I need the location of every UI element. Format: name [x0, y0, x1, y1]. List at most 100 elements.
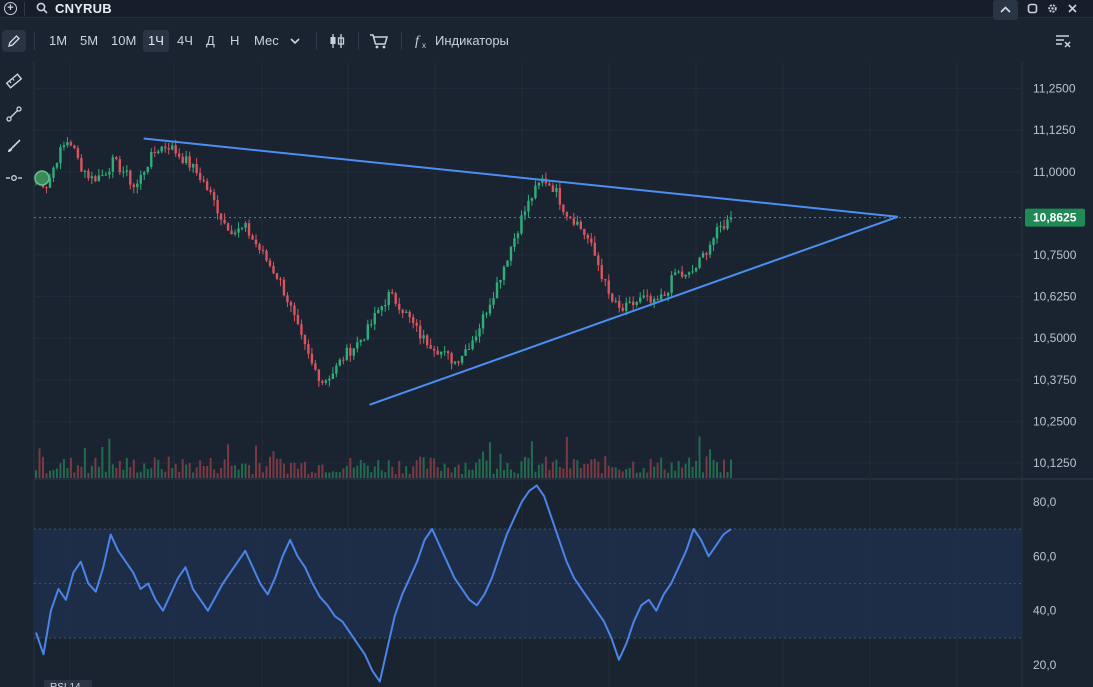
volume-bar [649, 458, 652, 478]
candle-body [499, 279, 502, 283]
candle-body [324, 380, 328, 383]
volume-bar [670, 462, 673, 478]
candle-body [83, 170, 87, 172]
volume-bar [489, 442, 492, 478]
volume-bar [457, 464, 460, 478]
candle-body [652, 298, 656, 303]
candle-body [684, 274, 687, 277]
candle-body [282, 279, 286, 296]
candle-body [429, 345, 432, 349]
candle-body [209, 189, 212, 193]
volume-bar [234, 465, 237, 478]
volume-bar [62, 459, 65, 478]
candle-body [677, 271, 680, 273]
candle-body [153, 152, 156, 154]
volume-bar [248, 465, 251, 478]
volume-bar [443, 463, 446, 478]
volume-bar [160, 469, 163, 478]
volume-bar [590, 459, 593, 478]
volume-bar [646, 472, 649, 478]
candle-body [157, 151, 160, 154]
volume-bar [255, 445, 258, 478]
candle-body [638, 297, 642, 302]
rsi-label: RSI 14 [50, 682, 81, 687]
candle-body [59, 147, 62, 164]
volume-bar [454, 467, 457, 478]
volume-bar [537, 464, 540, 478]
volume-bar [475, 462, 478, 478]
volume-bar [618, 469, 621, 478]
candle-body [80, 157, 83, 172]
candle-body [331, 373, 335, 379]
volume-bar [600, 473, 603, 478]
candle-body [373, 313, 376, 325]
volume-bar [377, 459, 380, 478]
candle-body [261, 250, 265, 252]
candle-body [272, 265, 275, 274]
volume-bar [380, 470, 383, 478]
candle-body [101, 175, 104, 177]
volume-bar [59, 463, 62, 478]
volume-bar [174, 463, 177, 478]
candle-body [122, 171, 125, 173]
candle-body [726, 219, 729, 229]
candle-body [167, 148, 170, 150]
candle-body [62, 145, 66, 148]
volume-bar [289, 462, 292, 478]
volume-bar [429, 457, 432, 478]
price-tick-label: 10,2500 [1033, 414, 1077, 428]
volume-bar [223, 459, 226, 478]
candle-body [275, 273, 279, 279]
candle-body [478, 328, 481, 337]
volume-bar [171, 467, 174, 478]
candle-body [408, 311, 411, 318]
candle-body [387, 291, 390, 306]
candle-body [247, 223, 251, 236]
candle-body [649, 296, 652, 303]
volume-bar [513, 472, 516, 478]
volume-bar [282, 463, 285, 478]
volume-bar [167, 456, 170, 478]
volume-bar [76, 465, 79, 478]
candle-body [296, 314, 300, 325]
volume-bar [286, 473, 289, 478]
volume-bar [293, 462, 296, 478]
volume-bar [464, 462, 467, 478]
volume-bar [115, 467, 118, 478]
candle-body [446, 351, 450, 354]
volume-bar [122, 469, 125, 478]
candle-body [219, 213, 223, 220]
volume-bar [125, 458, 128, 478]
volume-bar [262, 472, 265, 478]
candle-body [377, 310, 380, 314]
volume-bar [565, 436, 568, 478]
volume-bar [391, 466, 394, 478]
volume-bar [677, 461, 680, 478]
candle-body [108, 171, 111, 175]
volume-bar [415, 460, 418, 478]
candle-body [502, 266, 506, 280]
volume-bar [384, 472, 387, 478]
volume-bar [35, 470, 37, 478]
resistance-trendline [143, 137, 898, 218]
volume-bar [541, 463, 544, 478]
volume-bar [607, 465, 610, 478]
candle-body [586, 234, 590, 239]
price-chart[interactable]: 11,2500 11,1250 11,0000 10,7500 10,6250 10,50… [0, 0, 1093, 687]
candle-body [604, 278, 607, 281]
candle-body [349, 347, 352, 356]
candle-body [642, 295, 645, 298]
candle-body [286, 295, 289, 303]
volume-bar [478, 458, 481, 478]
candle-body [139, 174, 142, 184]
volume-bar [132, 459, 135, 478]
candle-body [691, 271, 694, 273]
candle-body [125, 170, 129, 172]
volume-bar [516, 473, 519, 478]
volume-bar [468, 469, 471, 478]
candle-body [394, 293, 397, 304]
candle-body [314, 363, 317, 370]
volume-bar [712, 459, 715, 478]
volume-bar [688, 457, 691, 478]
candle-body [527, 200, 530, 212]
